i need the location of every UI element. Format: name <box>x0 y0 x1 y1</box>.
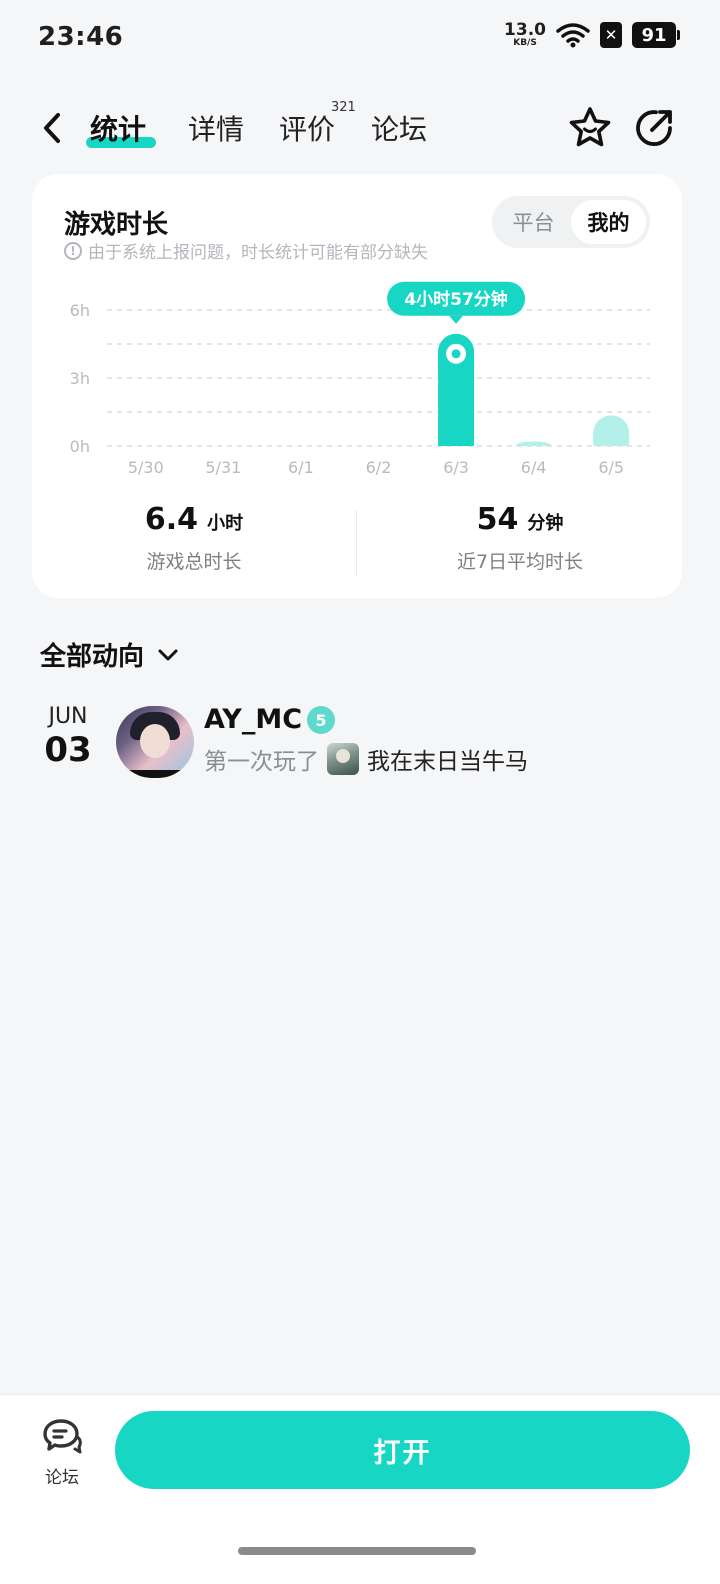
avatar[interactable] <box>116 706 194 778</box>
review-count-badge: 321 <box>331 100 356 115</box>
card-note-text: 由于系统上报问题，时长统计可能有部分缺失 <box>88 243 428 263</box>
back-icon[interactable] <box>36 110 72 146</box>
user-name[interactable]: AY_MC <box>204 704 302 735</box>
battery-indicator: 91 <box>632 22 680 48</box>
feed-item-day: 03 <box>44 730 92 770</box>
segment-platform[interactable]: 平台 <box>496 200 571 244</box>
net-speed-unit: KB/S <box>513 38 537 48</box>
average-time-stat: 54 分钟 近7日平均时长 <box>358 502 682 574</box>
feed-header-label: 全部动向 <box>40 642 145 672</box>
tab-forum-label: 论坛 <box>371 113 428 146</box>
star-icon[interactable] <box>566 104 614 152</box>
total-time-label: 游戏总时长 <box>146 551 242 573</box>
data-source-toggle: 平台 我的 <box>492 196 650 248</box>
tab-details-label: 详情 <box>188 113 245 146</box>
average-time-unit: 分钟 <box>527 513 564 534</box>
y-tick-label: 3h <box>70 369 90 388</box>
card-title: 游戏时长 <box>64 210 169 240</box>
x-tick-label: 5/30 <box>128 458 164 477</box>
segment-mine[interactable]: 我的 <box>571 200 646 244</box>
card-note: ! 由于系统上报问题，时长统计可能有部分缺失 <box>64 238 428 263</box>
tab-reviews-label: 评价 <box>279 113 336 146</box>
chart-tooltip-label: 4小时57分钟 <box>404 289 508 310</box>
play-time-card: 游戏时长 ! 由于系统上报问题，时长统计可能有部分缺失 平台 我的 0h 3h 6h… <box>32 174 682 598</box>
status-time: 23:46 <box>38 22 124 52</box>
x-tick-label: 6/4 <box>521 458 547 477</box>
bar-marker-dot <box>451 349 461 359</box>
x-tick-label: 6/3 <box>443 458 469 477</box>
activity-text: 第一次玩了 我在末日当牛马 <box>204 742 528 776</box>
chart-bar <box>515 441 552 446</box>
play-time-chart: 0h 3h 6h 5/30 5/31 6/1 6/2 4小时57分钟 6/3 6/4 6/5 <box>70 281 650 477</box>
game-icon[interactable] <box>327 743 359 775</box>
feed-item-month: JUN <box>48 704 88 729</box>
x-tick-label: 6/1 <box>288 458 314 477</box>
info-icon: ! <box>64 241 82 260</box>
wifi-icon <box>556 23 590 48</box>
forum-button[interactable]: 论坛 <box>32 1417 92 1488</box>
home-indicator[interactable] <box>238 1547 476 1555</box>
tab-details[interactable]: 详情 <box>188 108 244 148</box>
net-speed: 13.0 KB/S <box>504 22 546 48</box>
bottom-bar: 论坛 打开 <box>0 1394 720 1584</box>
stat-divider <box>356 510 357 576</box>
share-icon[interactable] <box>630 104 678 152</box>
tab-forum[interactable]: 论坛 <box>371 108 427 148</box>
y-tick-label: 6h <box>70 301 90 320</box>
y-tick-label: 0h <box>70 437 90 456</box>
average-time-label: 近7日平均时长 <box>456 551 584 573</box>
tab-reviews[interactable]: 评价 <box>279 108 335 148</box>
chevron-down-icon <box>158 649 178 660</box>
activity-prefix: 第一次玩了 <box>204 749 319 775</box>
no-sim-icon: ✕ <box>600 22 622 48</box>
chart-bar <box>593 415 630 446</box>
tab-stats-label: 统计 <box>90 113 147 146</box>
x-tick-label: 6/2 <box>366 458 392 477</box>
status-icons: 13.0 KB/S ✕ 91 <box>504 22 680 48</box>
forum-icon <box>43 1419 82 1454</box>
forum-label: 论坛 <box>45 1468 79 1488</box>
open-button[interactable]: 打开 <box>115 1411 690 1489</box>
feed-filter-dropdown[interactable]: 全部动向 <box>40 636 180 673</box>
status-bar: 23:46 13.0 KB/S ✕ 91 <box>0 0 720 80</box>
x-tick-label: 5/31 <box>205 458 241 477</box>
total-time-unit: 小时 <box>207 513 244 534</box>
average-time-value: 54 <box>476 502 519 537</box>
chart-tooltip-pointer <box>449 315 464 324</box>
feed-item[interactable]: JUN 03 AY_MC 5 第一次玩了 我在末日当牛马 <box>0 700 720 790</box>
x-tick-label: 6/5 <box>598 458 624 477</box>
tab-stats[interactable]: 统计 <box>90 108 146 148</box>
net-speed-value: 13.0 <box>504 20 546 40</box>
game-name[interactable]: 我在末日当牛马 <box>367 742 528 776</box>
total-time-value: 6.4 <box>144 502 199 537</box>
level-badge: 5 <box>307 706 335 734</box>
total-time-stat: 6.4 小时 游戏总时长 <box>32 502 356 574</box>
